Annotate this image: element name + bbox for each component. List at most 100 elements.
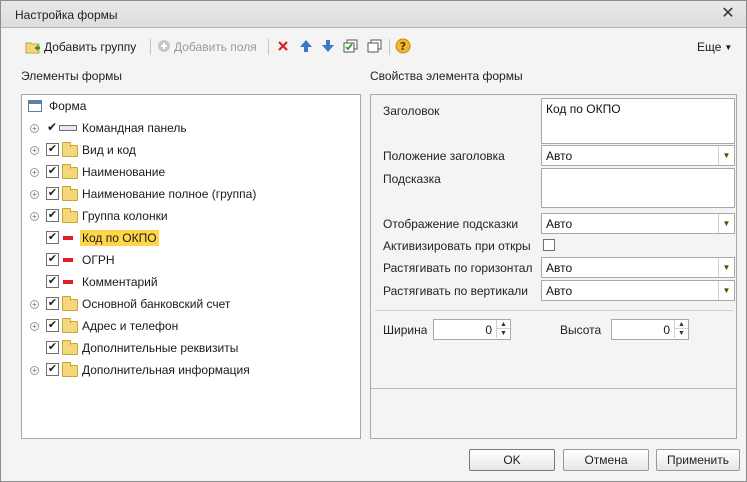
tree-item-label: Основной банковский счет [82,297,231,311]
element-properties-heading: Свойства элемента формы [370,69,523,83]
item-checkbox[interactable]: ✔ [46,231,59,244]
tree-item-label: Код по ОКПО [80,230,159,246]
tree-item[interactable]: + ✔ Адрес и телефон [22,316,360,336]
chevron-down-icon[interactable]: ▼ [718,146,734,165]
item-checkbox[interactable]: ✔ [46,209,59,222]
check-all-button[interactable] [343,38,359,56]
tree-item[interactable]: ✔ Дополнительные реквизиты [22,338,360,358]
folder-icon [62,208,78,223]
spin-down-icon[interactable]: ▼ [674,329,688,338]
spin-up-icon[interactable]: ▲ [496,320,510,329]
more-menu-button[interactable]: Еще ▼ [697,38,732,56]
expand-icon[interactable]: + [30,322,39,331]
item-checkbox[interactable]: ✔ [46,165,59,178]
form-elements-tree[interactable]: Форма + ✔ Командная панель + ✔ Вид и код… [21,94,361,439]
activate-on-open-checkbox[interactable] [543,239,555,251]
folder-icon [62,296,78,311]
tree-item-selected[interactable]: ✔ Код по ОКПО [22,228,360,248]
field-icon [63,280,73,284]
cancel-button[interactable]: Отмена [563,449,649,471]
tree-item-label: Наименование полное (группа) [82,187,257,201]
chevron-down-icon[interactable]: ▼ [718,214,734,233]
delete-x-icon [277,40,289,55]
tree-item-label: Адрес и телефон [82,319,179,333]
height-label: Высота [560,323,602,337]
delete-button[interactable] [277,38,289,56]
item-checkbox[interactable]: ✔ [46,187,59,200]
add-group-button[interactable]: Добавить группу [25,38,136,56]
expand-icon[interactable]: + [30,190,39,199]
expand-icon[interactable]: + [30,300,39,309]
tree-item[interactable]: + ✔ Основной банковский счет [22,294,360,314]
add-fields-button[interactable]: Добавить поля [157,38,257,56]
field-icon [63,258,73,262]
stretch-horizontal-label: Растягивать по горизонтал [383,261,533,275]
expand-icon[interactable]: + [30,212,39,221]
caption-field[interactable]: Код по ОКПО [541,98,735,144]
caption-label: Заголовок [383,104,440,118]
item-checkbox[interactable]: ✔ [46,275,59,288]
expand-icon[interactable]: + [30,124,39,133]
help-button[interactable]: ? [395,38,411,56]
tree-item[interactable]: + ✔ Дополнительная информация [22,360,360,380]
tree-item-label: ОГРН [82,253,115,267]
help-icon: ? [395,38,411,57]
uncheck-all-button[interactable] [367,38,383,56]
chevron-down-icon[interactable]: ▼ [718,281,734,300]
tree-item[interactable]: + ✔ Наименование [22,162,360,182]
tree-item[interactable]: + ✔ Наименование полное (группа) [22,184,360,204]
close-icon[interactable]: ✕ [718,4,738,24]
expand-icon[interactable]: + [30,168,39,177]
chevron-down-icon: ▼ [724,42,733,52]
expand-icon[interactable]: + [30,366,39,375]
expand-icon[interactable]: + [30,146,39,155]
arrow-up-icon [299,39,313,56]
tree-item[interactable]: + ✔ Вид и код [22,140,360,160]
tree-item[interactable]: + ✔ Группа колонки [22,206,360,226]
move-up-button[interactable] [299,38,313,56]
hint-field[interactable] [541,168,735,208]
item-checkbox[interactable]: ✔ [46,253,59,266]
stretch-horizontal-value: Авто [546,261,573,275]
item-checkbox[interactable]: ✔ [46,297,59,310]
hint-display-label: Отображение подсказки [383,217,519,231]
folder-icon [62,340,78,355]
tree-item-label: Наименование [82,165,166,179]
spin-down-icon[interactable]: ▼ [496,329,510,338]
form-icon [28,100,42,112]
item-checkbox[interactable]: ✔ [46,341,59,354]
tree-item[interactable]: ✔ ОГРН [22,250,360,270]
item-checkbox[interactable]: ✔ [46,319,59,332]
uncheck-all-icon [367,39,383,56]
check-icon[interactable]: ✔ [47,120,57,134]
hint-display-value: Авто [546,217,573,231]
spin-up-icon[interactable]: ▲ [674,320,688,329]
folder-icon [62,186,78,201]
caption-position-select[interactable]: Авто ▼ [541,145,735,166]
properties-panel: Заголовок Код по ОКПО Положение заголовк… [370,94,737,439]
window-title: Настройка формы [15,8,118,22]
item-checkbox[interactable]: ✔ [46,363,59,376]
move-down-button[interactable] [321,38,335,56]
hint-display-select[interactable]: Авто ▼ [541,213,735,234]
folder-icon [62,164,78,179]
tree-root[interactable]: Форма [22,96,360,116]
stretch-vertical-select[interactable]: Авто ▼ [541,280,735,301]
tree-item-label: Вид и код [82,143,136,157]
caption-position-label: Положение заголовка [383,149,505,163]
svg-text:?: ? [400,40,406,53]
folder-icon [62,362,78,377]
form-settings-dialog: Настройка формы ✕ Добавить группу Добави… [0,0,747,482]
toolbar-separator [150,39,151,55]
ok-button[interactable]: OK [469,449,555,471]
tree-item[interactable]: ✔ Комментарий [22,272,360,292]
chevron-down-icon[interactable]: ▼ [718,258,734,277]
tree-item[interactable]: + ✔ Командная панель [22,118,360,138]
stretch-horizontal-select[interactable]: Авто ▼ [541,257,735,278]
folder-icon [62,318,78,333]
hint-label: Подсказка [383,172,441,186]
width-spinner[interactable]: 0 ▲ ▼ [433,319,511,340]
item-checkbox[interactable]: ✔ [46,143,59,156]
height-spinner[interactable]: 0 ▲ ▼ [611,319,689,340]
apply-button[interactable]: Применить [656,449,740,471]
